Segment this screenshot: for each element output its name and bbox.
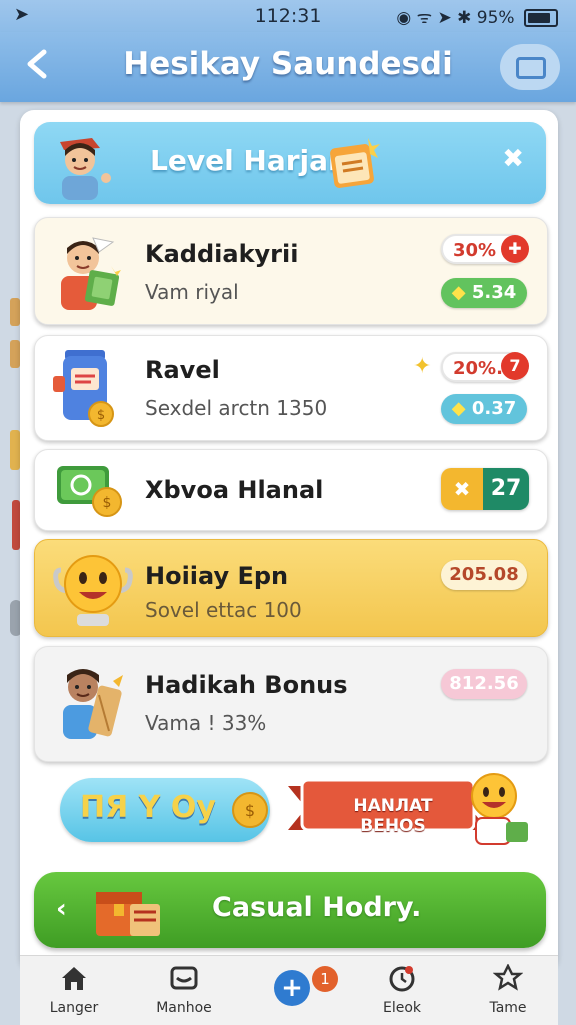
coin-icon: ◆ [451,398,466,419]
card-title: Xbvoa Hlanal [145,476,324,504]
reward-card[interactable]: $ Ravel Sexdel arctn 1350 ✦ 20%. 7 ◆ 0.3… [34,335,548,441]
add-button-wrap: + 1 [239,964,339,1006]
notification-badge: 1 [312,966,338,992]
background-decoration [10,340,20,368]
clock-icon [389,966,415,992]
card-title: Ravel [145,356,220,384]
level-badge: ✖ 27 [441,468,529,510]
nav-item-langer[interactable]: Langer [24,964,124,1016]
battery-percent: 95% [476,8,515,28]
cash-stack-icon: $ [57,466,122,517]
nav-item-tame[interactable]: Tame [458,963,558,1016]
close-badge-icon: ✚ [501,235,529,263]
nav-label: Langer [49,1000,99,1016]
svg-text:$: $ [97,408,105,423]
coin-value: 0.37 [471,398,517,419]
card-title: Hadikah Bonus [145,671,348,699]
nav-item-eleok[interactable]: Eleok [352,964,452,1016]
treasure-chest-icon [96,892,160,936]
battery-icon [524,9,558,27]
home-icon [62,967,86,990]
bottom-nav: Langer Manhoe + 1 Eleok Tame [20,955,558,1025]
nav-label: Manhoe [156,1000,212,1016]
ribbon-text: HANЛAT BEHOS [353,796,433,836]
plus-icon: + [274,970,310,1006]
level-banner[interactable]: Level Harjan ✖ [34,122,546,204]
reward-card[interactable]: Kaddiakyrii Vam riyal 30% ✚ ◆ 5.34 [34,217,548,325]
reward-card[interactable]: Hadikah Bonus Vama ! 33% 812.56 [34,646,548,762]
chevron-left-icon: ‹ [56,894,67,924]
casual-hodry-button[interactable]: ‹ Casual Hodry. [34,872,546,948]
background-decoration [10,430,20,470]
boy-with-scroll-icon [63,669,123,739]
svg-text:$: $ [245,801,255,820]
discount-value: 30% [453,240,497,261]
reward-card[interactable]: Hoiiay Epn Sovel ettac 100 205.08 [34,539,548,637]
coin-icon: $ [232,792,268,828]
coin-value: 5.34 [471,282,517,303]
screen-toggle-button[interactable] [500,44,560,90]
background-decoration [10,298,20,326]
cta-label: Casual Hodry. [212,892,422,923]
screen-icon [516,57,546,79]
wifi-icon: ◉ ᯤ ➤ ✱ [396,8,472,28]
app-header: Hesikay Saundesdi [0,32,576,102]
boy-with-cash-icon [61,237,121,310]
status-bar: ➤ 112:31 ◉ ᯤ ➤ ✱ 95% [0,0,576,32]
level-value: 27 [483,468,529,510]
calendar-icon [330,138,380,188]
discount-value: 20%. [453,358,503,379]
page-title: Hesikay Saundesdi [123,46,453,82]
person-icon [492,963,524,991]
smiley-trophy-icon [53,555,133,626]
card-subtitle: Sovel ettac 100 [145,598,302,622]
status-indicators: ◉ ᯤ ➤ ✱ 95% [396,5,558,28]
smiley-mascot-icon [471,773,528,845]
sparkle-icon: ✦ [413,354,432,379]
reward-value-badge: 812.56 [441,669,527,699]
background-decoration [12,500,20,550]
reward-card[interactable]: $ Xbvoa Hlanal ✖ 27 [34,449,548,531]
ticket-machine-icon: $ [53,350,114,427]
card-title: Hoiiay Epn [145,562,289,590]
nav-item-add[interactable]: + 1 [239,964,339,1006]
coin-badge: ◆ 5.34 [441,278,527,308]
card-subtitle: Sexdel arctn 1350 [145,396,328,420]
card-subtitle: Vama ! 33% [145,711,267,735]
count-badge: 7 [501,352,529,380]
star-icon: ✖ [441,468,483,510]
sparkle-icon[interactable]: ✖ [502,144,524,174]
boy-avatar-icon [60,138,111,200]
nav-label: Tame [489,1000,527,1016]
coin-badge: ◆ 0.37 [441,394,527,424]
inbox-icon [170,966,198,990]
nav-item-manhoe[interactable]: Manhoe [134,964,234,1016]
nav-label: Eleok [382,1000,422,1016]
promo-badge[interactable]: ПЯ Y Oy $ [60,778,270,842]
promo-text: ПЯ Y Oy [80,790,216,825]
svg-text:$: $ [103,495,112,511]
card-title: Kaddiakyrii [145,240,299,268]
card-subtitle: Vam riyal [145,280,239,304]
banner-title: Level Harjan [150,144,348,177]
coin-icon: ◆ [451,282,466,303]
reward-value-badge: 205.08 [441,560,527,590]
